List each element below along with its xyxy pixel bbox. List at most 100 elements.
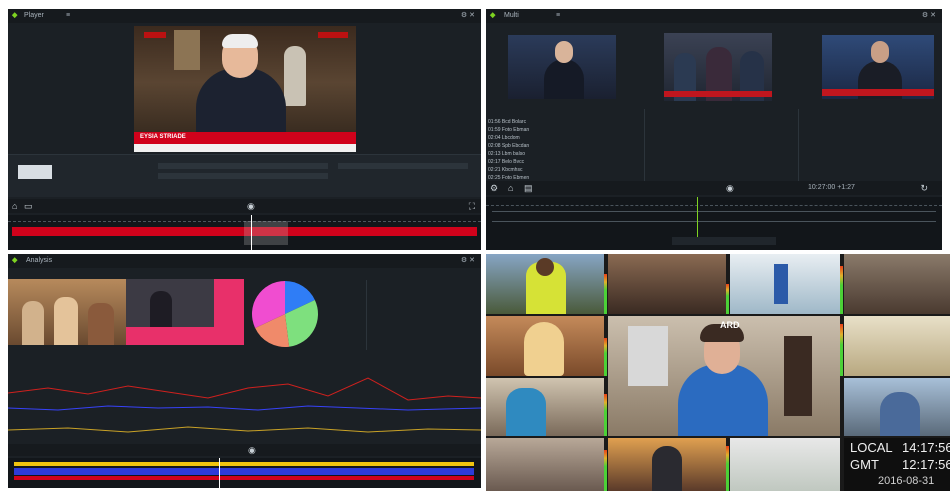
list-item[interactable]: 02:08 Spb Ebcdan xyxy=(488,143,636,150)
menu-icon[interactable]: ≡ xyxy=(66,9,70,23)
channel-bug-right xyxy=(318,32,348,38)
rundown-list-3 xyxy=(798,109,941,189)
play-icon-3[interactable]: ◉ xyxy=(248,444,256,456)
legend xyxy=(328,284,368,324)
field-box[interactable] xyxy=(158,163,328,169)
app-logo-icon-3: ◆ xyxy=(12,257,18,264)
multi-playhead[interactable] xyxy=(697,197,698,237)
news-video[interactable]: EYSIA STRIADE xyxy=(134,26,356,152)
play-icon-2[interactable]: ◉ xyxy=(726,182,734,194)
timeline[interactable] xyxy=(8,215,481,250)
app-logo-icon-2: ◆ xyxy=(490,12,496,19)
audio-meter xyxy=(604,394,607,436)
field-box-3[interactable] xyxy=(338,163,468,169)
book-icon[interactable]: ▤ xyxy=(524,182,533,194)
multi-status-box xyxy=(672,237,776,245)
multi-panel: ◆ Multi ≡ ⚙ ✕ 01:56 Bcd Bolarc 01:59 Fot… xyxy=(486,9,942,250)
home-icon-2[interactable]: ⌂ xyxy=(508,182,513,194)
mosaic-tile[interactable] xyxy=(730,254,840,314)
player-titlebar: ◆ Player ≡ ⚙ ✕ xyxy=(8,9,481,23)
product-bottle xyxy=(774,264,788,304)
presenter-hair xyxy=(222,34,258,48)
analysis-titlebar: ◆ Analysis ⚙ ✕ xyxy=(8,254,481,268)
studio-figure xyxy=(150,291,172,327)
track-red xyxy=(14,476,474,480)
blonde-woman xyxy=(524,322,564,376)
rundown-list-2 xyxy=(644,109,793,189)
blue-line xyxy=(8,405,481,411)
anchor-3-head xyxy=(871,41,889,63)
refresh-icon[interactable]: ↻ xyxy=(920,182,928,194)
signal-graph xyxy=(8,377,481,433)
list-item[interactable]: 02:13 Lbm balso xyxy=(488,151,636,158)
folder-icon[interactable]: ▭ xyxy=(24,200,33,212)
analysis-timeline[interactable] xyxy=(8,458,481,488)
audio-meter xyxy=(604,338,607,376)
mosaic-panel: ARD LOCAL 14:17:56 GMT 12:17:56 2016-08-… xyxy=(486,254,950,491)
multi-toolbar: ⚙ ⌂ ▤ ◉ 10:27:00 +1:27 ↻ xyxy=(486,181,942,195)
list-item[interactable]: 02:17 Belo Bvcc xyxy=(488,159,636,166)
analysis-video-1[interactable] xyxy=(8,279,126,345)
home-icon[interactable]: ⌂ xyxy=(12,200,17,212)
mosaic-tile[interactable] xyxy=(730,438,840,491)
metadata-area xyxy=(8,154,481,197)
diner-1 xyxy=(22,301,44,345)
window-controls-2[interactable]: ⚙ ✕ xyxy=(922,9,936,23)
older-man xyxy=(880,392,920,436)
analysis-panel: ◆ Analysis ⚙ ✕ ◉ xyxy=(8,254,481,488)
mosaic-tile[interactable] xyxy=(486,378,604,436)
local-time: 14:17:56 xyxy=(902,440,950,455)
player-panel: ◆ Player ≡ ⚙ ✕ EYSIA STRIADE ⌂ ▭ ◉ ⛶ xyxy=(8,9,481,250)
mosaic-tile[interactable] xyxy=(844,316,950,376)
mosaic-tile[interactable] xyxy=(486,438,604,491)
multi-titlebar: ◆ Multi ≡ ⚙ ✕ xyxy=(486,9,942,23)
multi-track-1 xyxy=(492,211,936,212)
audio-meter xyxy=(726,284,729,314)
multi-video-2[interactable] xyxy=(664,33,772,101)
multi-video-1[interactable] xyxy=(508,35,616,99)
play-icon[interactable]: ◉ xyxy=(247,200,255,212)
yellow-line xyxy=(8,426,481,433)
window-controls[interactable]: ⚙ ✕ xyxy=(461,9,475,23)
list-item[interactable]: 01:59 Foto Ebman xyxy=(488,127,636,134)
multi-video-3[interactable] xyxy=(822,35,934,99)
list-item[interactable]: 01:56 Bcd Bolarc xyxy=(488,119,636,126)
analysis-title: Analysis xyxy=(26,257,53,264)
list-item[interactable]: 02:04 Lbcdom xyxy=(488,135,636,142)
mosaic-main-tile[interactable]: ARD xyxy=(608,316,840,436)
clock-panel: LOCAL 14:17:56 GMT 12:17:56 2016-08-31 xyxy=(844,438,950,491)
rundown-list-1: 01:56 Bcd Bolarc 01:59 Foto Ebman 02:04 … xyxy=(488,109,636,189)
mosaic-tile[interactable] xyxy=(486,316,604,376)
diner-2 xyxy=(54,297,78,345)
gmt-time: 12:17:56 xyxy=(902,457,950,472)
menu-icon-2[interactable]: ≡ xyxy=(556,9,560,23)
mosaic-tile[interactable] xyxy=(608,438,726,491)
news-banner-2 xyxy=(664,91,772,97)
anchor-1-head xyxy=(555,41,573,63)
field-box-2[interactable] xyxy=(158,173,328,179)
mosaic-tile[interactable] xyxy=(608,254,726,314)
mosaic-tile[interactable] xyxy=(844,254,950,314)
track-blue xyxy=(14,468,474,475)
red-line xyxy=(8,377,481,401)
mosaic-tile[interactable] xyxy=(486,254,604,314)
multi-timecode: 10:27:00 +1:27 xyxy=(808,184,855,191)
mosaic-tile[interactable] xyxy=(844,378,950,436)
window-controls-3[interactable]: ⚙ ✕ xyxy=(461,254,475,268)
analysis-video-2[interactable] xyxy=(126,279,244,345)
multi-timeline[interactable] xyxy=(486,197,942,250)
app-logo-icon: ◆ xyxy=(12,12,18,19)
track-yellow xyxy=(14,462,474,466)
fullscreen-icon[interactable]: ⛶ xyxy=(469,200,475,212)
news-ticker xyxy=(134,144,356,152)
local-label: LOCAL xyxy=(850,440,893,455)
analysis-playhead[interactable] xyxy=(219,458,220,488)
thumbnail[interactable] xyxy=(18,165,52,179)
list-item[interactable]: 02:21 Kbcmhsc xyxy=(488,167,636,174)
gear-icon[interactable]: ⚙ xyxy=(490,182,498,194)
audio-meter xyxy=(604,450,607,491)
date: 2016-08-31 xyxy=(878,475,935,487)
woman-presenter xyxy=(678,364,768,436)
player-title: Player xyxy=(24,12,44,19)
timeline-playhead[interactable] xyxy=(251,215,252,250)
